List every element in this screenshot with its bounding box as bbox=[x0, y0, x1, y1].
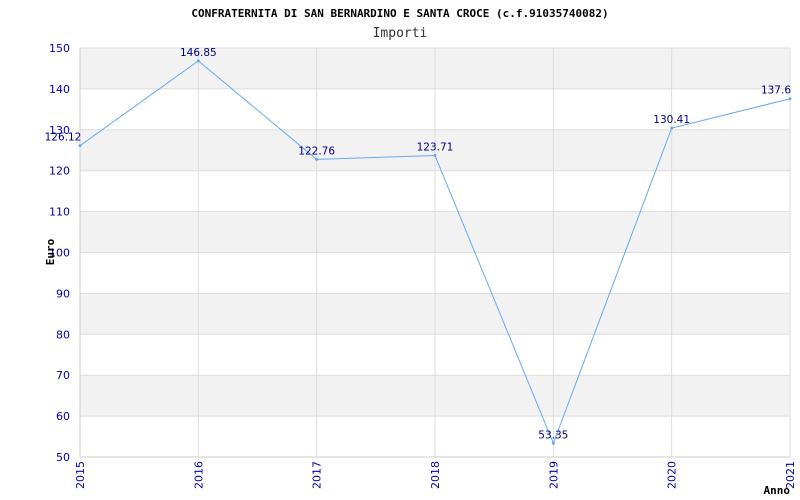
x-tick-label: 2016 bbox=[192, 461, 205, 489]
x-tick-label: 2019 bbox=[547, 461, 560, 489]
chart-subtitle: Importi bbox=[373, 26, 428, 41]
chart: CONFRATERNITA DI SAN BERNARDINO E SANTA … bbox=[44, 7, 797, 497]
data-label: 137.6 bbox=[761, 85, 791, 97]
x-tick-label: 2015 bbox=[74, 461, 87, 489]
y-tick-label: 80 bbox=[56, 328, 70, 341]
y-tick-label: 70 bbox=[56, 369, 70, 382]
x-tick-label: 2020 bbox=[666, 461, 679, 489]
x-tick-label: 2018 bbox=[429, 461, 442, 489]
data-point bbox=[433, 154, 437, 158]
data-label: 122.76 bbox=[298, 145, 335, 157]
data-point bbox=[315, 157, 319, 161]
y-tick-label: 120 bbox=[49, 165, 70, 178]
data-point bbox=[788, 97, 792, 101]
data-label: 126.12 bbox=[45, 132, 82, 144]
data-point bbox=[196, 59, 200, 63]
data-label: 146.85 bbox=[180, 47, 217, 59]
data-label: 53.35 bbox=[538, 429, 568, 441]
y-tick-label: 140 bbox=[49, 83, 70, 96]
data-label: 123.71 bbox=[417, 142, 454, 154]
y-axis-label: Euro bbox=[44, 238, 57, 265]
y-tick-label: 90 bbox=[56, 287, 70, 300]
y-tick-label: 60 bbox=[56, 410, 70, 423]
data-point bbox=[551, 441, 555, 445]
y-tick-label: 50 bbox=[56, 451, 70, 464]
y-tick-label: 150 bbox=[49, 42, 70, 55]
chart-title: CONFRATERNITA DI SAN BERNARDINO E SANTA … bbox=[191, 7, 608, 20]
x-axis-label: Anno bbox=[764, 484, 791, 497]
data-label: 130.41 bbox=[653, 114, 690, 126]
x-tick-label: 2017 bbox=[311, 461, 324, 489]
data-point bbox=[78, 144, 82, 148]
x-tick-labels: 2015 2016 2017 2018 2019 2020 2021 bbox=[74, 461, 797, 489]
y-tick-label: 110 bbox=[49, 206, 70, 219]
data-point bbox=[670, 126, 674, 130]
